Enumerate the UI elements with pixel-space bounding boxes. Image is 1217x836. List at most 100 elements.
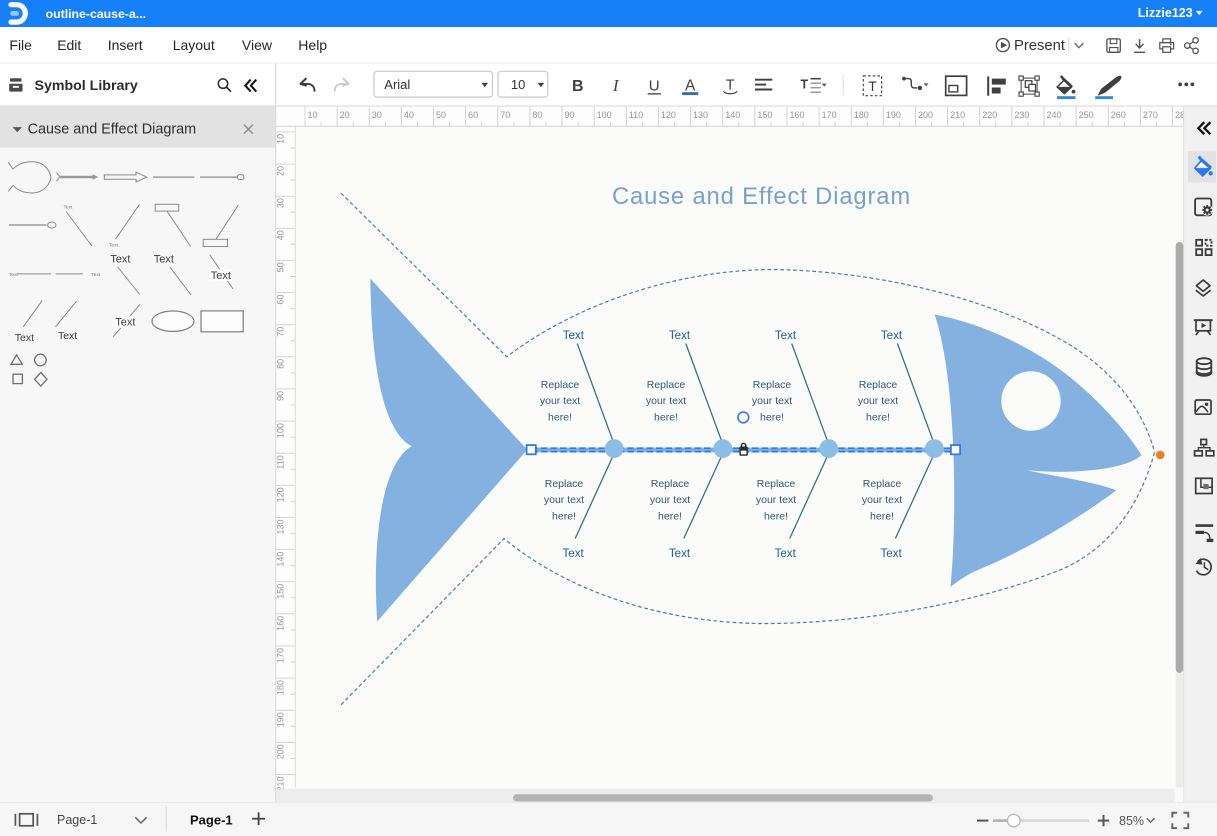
svg-text:260: 260 — [1111, 110, 1126, 120]
svg-text:250: 250 — [1079, 110, 1094, 120]
svg-text:Layout: Layout — [173, 37, 215, 53]
svg-text:270: 270 — [1143, 110, 1158, 120]
svg-text:70: 70 — [500, 110, 510, 120]
svg-text:your text: your text — [646, 395, 686, 407]
svg-text:here!: here! — [548, 412, 572, 424]
svg-text:T: T — [800, 78, 808, 92]
svg-text:Replace: Replace — [859, 379, 898, 391]
svg-text:50: 50 — [276, 262, 286, 272]
svg-text:Text: Text — [211, 270, 231, 282]
svg-text:Text: Text — [115, 317, 135, 329]
svg-text:here!: here! — [764, 511, 788, 523]
svg-text:Page-1: Page-1 — [190, 813, 233, 828]
svg-text:210: 210 — [950, 110, 965, 120]
svg-text:60: 60 — [468, 110, 478, 120]
svg-text:10: 10 — [276, 134, 286, 144]
svg-text:120: 120 — [661, 110, 676, 120]
svg-text:150: 150 — [276, 584, 286, 599]
svg-text:Text: Text — [775, 329, 797, 342]
svg-text:100: 100 — [276, 423, 286, 438]
svg-text:120: 120 — [276, 487, 286, 502]
svg-text:110: 110 — [276, 455, 286, 469]
svg-text:Text: Text — [154, 253, 174, 265]
svg-text:Replace: Replace — [863, 478, 902, 490]
svg-text:here!: here! — [654, 412, 678, 424]
svg-text:Page-1: Page-1 — [57, 813, 97, 827]
svg-text:your text: your text — [862, 494, 902, 506]
svg-text:180: 180 — [854, 110, 869, 120]
svg-text:Text: Text — [880, 547, 902, 560]
svg-text:60: 60 — [276, 295, 286, 305]
svg-text:Edit: Edit — [57, 37, 81, 53]
svg-text:B: B — [572, 78, 584, 95]
svg-text:150: 150 — [757, 110, 772, 120]
svg-text:your text: your text — [752, 395, 792, 407]
svg-text:here!: here! — [552, 511, 576, 523]
svg-text:here!: here! — [760, 412, 784, 424]
svg-text:10: 10 — [511, 77, 525, 92]
svg-text:outline-cause-a...: outline-cause-a... — [46, 7, 146, 21]
svg-text:Lizzie123: Lizzie123 — [1138, 6, 1193, 20]
svg-text:Present: Present — [1014, 38, 1065, 54]
svg-text:190: 190 — [276, 712, 286, 727]
svg-text:30: 30 — [276, 198, 286, 208]
svg-text:Replace: Replace — [545, 478, 584, 490]
svg-text:T: T — [868, 79, 876, 94]
svg-text:Text: Text — [58, 330, 77, 342]
svg-text:110: 110 — [629, 110, 643, 120]
svg-text:Replace: Replace — [647, 379, 686, 391]
svg-text:10: 10 — [308, 110, 318, 120]
svg-text:80: 80 — [532, 110, 542, 120]
svg-text:Text: Text — [15, 332, 34, 344]
svg-text:here!: here! — [866, 412, 890, 424]
svg-text:220: 220 — [982, 110, 997, 120]
svg-text:your text: your text — [544, 494, 584, 506]
svg-text:130: 130 — [693, 110, 708, 120]
svg-text:170: 170 — [276, 648, 286, 663]
svg-text:200: 200 — [276, 744, 286, 759]
svg-text:your text: your text — [650, 494, 690, 506]
svg-text:160: 160 — [276, 616, 286, 631]
svg-text:Text: Text — [91, 272, 100, 278]
svg-text:Help: Help — [298, 37, 327, 53]
svg-text:Text: Text — [110, 253, 130, 265]
svg-text:70: 70 — [276, 327, 286, 337]
svg-text:170: 170 — [822, 110, 837, 120]
svg-text:85%: 85% — [1119, 814, 1144, 828]
svg-text:40: 40 — [404, 110, 414, 120]
svg-text:50: 50 — [436, 110, 446, 120]
svg-text:Text: Text — [109, 243, 118, 249]
svg-text:A: A — [685, 77, 696, 94]
svg-text:Text: Text — [881, 329, 903, 342]
svg-text:Replace: Replace — [651, 478, 690, 490]
svg-text:20: 20 — [340, 110, 350, 120]
svg-text:Insert: Insert — [108, 37, 143, 53]
svg-text:40: 40 — [276, 230, 286, 240]
svg-text:View: View — [242, 37, 273, 53]
svg-text:240: 240 — [1046, 110, 1061, 120]
svg-text:your text: your text — [858, 395, 898, 407]
svg-text:Symbol Library: Symbol Library — [35, 78, 138, 94]
svg-text:T: T — [726, 78, 735, 94]
svg-text:180: 180 — [276, 680, 286, 695]
svg-text:140: 140 — [725, 110, 740, 120]
svg-text:Text: Text — [563, 329, 585, 342]
svg-text:U: U — [649, 78, 660, 95]
svg-text:Arial: Arial — [384, 77, 410, 92]
svg-text:your text: your text — [540, 395, 580, 407]
svg-text:here!: here! — [658, 511, 682, 523]
svg-text:160: 160 — [789, 110, 804, 120]
svg-text:Text: Text — [64, 205, 73, 211]
svg-text:Text: Text — [775, 547, 797, 560]
svg-text:90: 90 — [276, 391, 286, 401]
svg-text:Replace: Replace — [753, 379, 792, 391]
svg-text:200: 200 — [918, 110, 933, 120]
svg-text:130: 130 — [276, 519, 286, 534]
svg-text:File: File — [9, 37, 32, 53]
svg-text:190: 190 — [886, 110, 901, 120]
svg-text:Text: Text — [669, 329, 691, 342]
svg-text:80: 80 — [276, 359, 286, 369]
svg-text:Text: Text — [669, 547, 691, 560]
svg-text:140: 140 — [276, 552, 286, 567]
svg-text:20: 20 — [276, 166, 286, 176]
